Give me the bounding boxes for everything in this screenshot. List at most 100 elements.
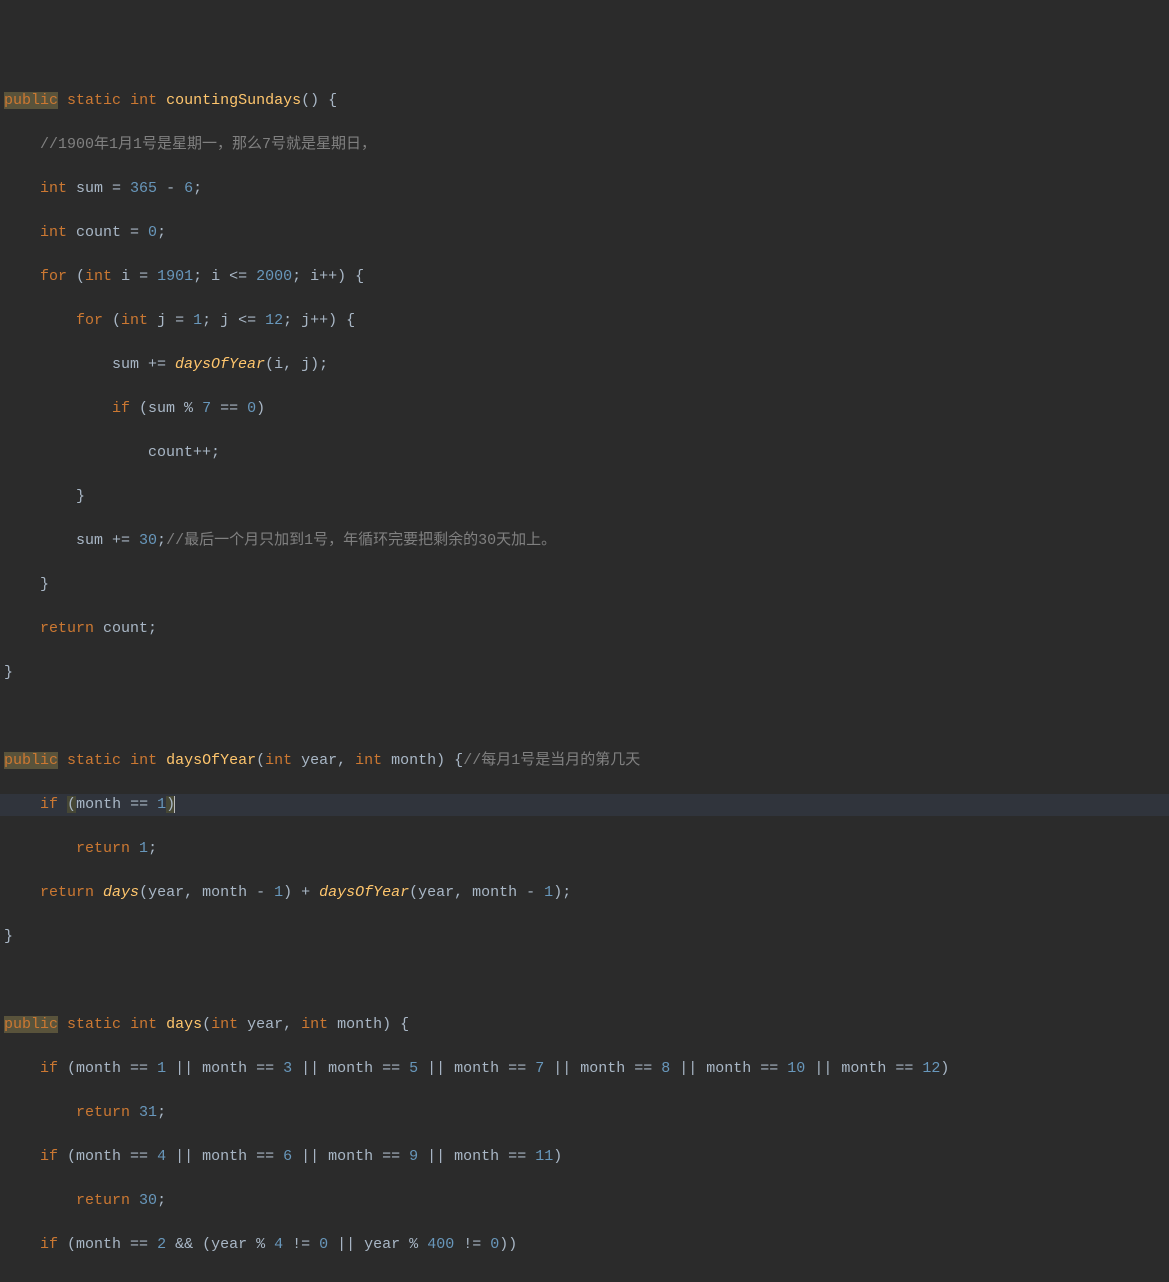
number-literal: 400 xyxy=(427,1236,454,1253)
code-line-9[interactable]: count++; xyxy=(0,442,1169,464)
keyword-int: int xyxy=(40,224,67,241)
code-line-26[interactable]: return 30; xyxy=(0,1190,1169,1212)
code-line-12[interactable]: } xyxy=(0,574,1169,596)
code-text: ; xyxy=(157,224,166,241)
code-text: ; i <= xyxy=(193,268,256,285)
comment-text: //1900年1月1号是星期一，那么7号就是星期日， xyxy=(40,136,376,153)
code-text xyxy=(94,884,103,901)
number-literal: 30 xyxy=(139,1192,157,1209)
keyword-return: return xyxy=(76,1280,130,1282)
code-text: month == xyxy=(76,796,157,813)
keyword-return: return xyxy=(76,840,130,857)
keyword-return: return xyxy=(40,884,94,901)
code-line-blank-2[interactable] xyxy=(0,970,1169,992)
code-text xyxy=(130,1280,139,1282)
code-text: count; xyxy=(94,620,157,637)
number-literal: 7 xyxy=(535,1060,544,1077)
function-name: countingSundays xyxy=(166,92,301,109)
paren-match: ( xyxy=(67,796,76,813)
code-text xyxy=(130,840,139,857)
keyword-static: static xyxy=(67,92,121,109)
code-text xyxy=(130,1104,139,1121)
number-literal: 10 xyxy=(787,1060,805,1077)
code-text: ); xyxy=(553,884,571,901)
code-line-11[interactable]: sum += 30;//最后一个月只加到1号，年循环完要把剩余的30天加上。 xyxy=(0,530,1169,552)
code-line-5[interactable]: for (int i = 1901; i <= 2000; i++) { xyxy=(0,266,1169,288)
number-literal: 1901 xyxy=(157,268,193,285)
number-literal: 1 xyxy=(193,312,202,329)
code-text: ( xyxy=(67,268,85,285)
number-literal: 9 xyxy=(409,1148,418,1165)
code-line-19[interactable]: return days(year, month - 1) + daysOfYea… xyxy=(0,882,1169,904)
keyword-for: for xyxy=(40,268,67,285)
code-line-27[interactable]: if (month == 2 && (year % 4 != 0 || year… xyxy=(0,1234,1169,1256)
code-line-4[interactable]: int count = 0; xyxy=(0,222,1169,244)
keyword-return: return xyxy=(76,1192,130,1209)
code-line-6[interactable]: for (int j = 1; j <= 12; j++) { xyxy=(0,310,1169,332)
code-text: sum = xyxy=(67,180,130,197)
number-literal: 1 xyxy=(274,884,283,901)
number-literal: 4 xyxy=(274,1236,283,1253)
code-text: count = xyxy=(67,224,148,241)
keyword-public: public xyxy=(4,92,58,109)
number-literal: 2 xyxy=(157,1236,166,1253)
code-text: (month == xyxy=(58,1236,157,1253)
number-literal: 1 xyxy=(544,884,553,901)
code-text: ; xyxy=(157,1192,166,1209)
code-line-28[interactable]: return 28; xyxy=(0,1278,1169,1282)
number-literal: 11 xyxy=(535,1148,553,1165)
code-line-23[interactable]: if (month == 1 || month == 3 || month ==… xyxy=(0,1058,1169,1080)
code-text: || month == xyxy=(544,1060,661,1077)
code-text: (i, j); xyxy=(265,356,328,373)
code-text: || month == xyxy=(166,1148,283,1165)
number-literal: 6 xyxy=(184,180,193,197)
code-text: || month == xyxy=(292,1148,409,1165)
param-name: year, xyxy=(292,752,355,769)
code-text: || month == xyxy=(166,1060,283,1077)
code-line-2[interactable]: //1900年1月1号是星期一，那么7号就是星期日， xyxy=(0,134,1169,156)
code-line-1[interactable]: public static int countingSundays() { xyxy=(0,90,1169,112)
number-literal: 2000 xyxy=(256,268,292,285)
number-literal: 12 xyxy=(922,1060,940,1077)
code-line-3[interactable]: int sum = 365 - 6; xyxy=(0,178,1169,200)
code-text: ; xyxy=(157,1280,166,1282)
code-text: } xyxy=(76,488,85,505)
number-literal: 31 xyxy=(139,1104,157,1121)
code-text: ; j++) { xyxy=(283,312,355,329)
code-line-17-current[interactable]: if (month == 1) xyxy=(0,794,1169,816)
number-literal: 30 xyxy=(139,532,157,549)
code-text: ) xyxy=(940,1060,949,1077)
code-line-13[interactable]: return count; xyxy=(0,618,1169,640)
code-line-7[interactable]: sum += daysOfYear(i, j); xyxy=(0,354,1169,376)
code-text: || month == xyxy=(292,1060,409,1077)
code-line-25[interactable]: if (month == 4 || month == 6 || month ==… xyxy=(0,1146,1169,1168)
keyword-int: int xyxy=(301,1016,328,1033)
code-line-blank-1[interactable] xyxy=(0,706,1169,728)
code-line-18[interactable]: return 1; xyxy=(0,838,1169,860)
code-line-24[interactable]: return 31; xyxy=(0,1102,1169,1124)
number-literal: 0 xyxy=(247,400,256,417)
param-name: month) { xyxy=(328,1016,409,1033)
code-line-14[interactable]: } xyxy=(0,662,1169,684)
keyword-int: int xyxy=(85,268,112,285)
code-text: == xyxy=(211,400,247,417)
number-literal: 6 xyxy=(283,1148,292,1165)
code-line-10[interactable]: } xyxy=(0,486,1169,508)
code-text: ( xyxy=(202,1016,211,1033)
keyword-if: if xyxy=(40,796,58,813)
code-line-22[interactable]: public static int days(int year, int mon… xyxy=(0,1014,1169,1036)
code-line-16[interactable]: public static int daysOfYear(int year, i… xyxy=(0,750,1169,772)
code-text: ; xyxy=(193,180,202,197)
code-text: } xyxy=(4,928,13,945)
code-line-8[interactable]: if (sum % 7 == 0) xyxy=(0,398,1169,420)
code-text: != xyxy=(454,1236,490,1253)
keyword-return: return xyxy=(40,620,94,637)
keyword-if: if xyxy=(40,1060,58,1077)
number-literal: 8 xyxy=(661,1060,670,1077)
keyword-public: public xyxy=(4,1016,58,1033)
param-name: month) { xyxy=(382,752,463,769)
number-literal: 28 xyxy=(139,1280,157,1282)
code-line-20[interactable]: } xyxy=(0,926,1169,948)
code-text: ( xyxy=(103,312,121,329)
code-text: () { xyxy=(301,92,337,109)
